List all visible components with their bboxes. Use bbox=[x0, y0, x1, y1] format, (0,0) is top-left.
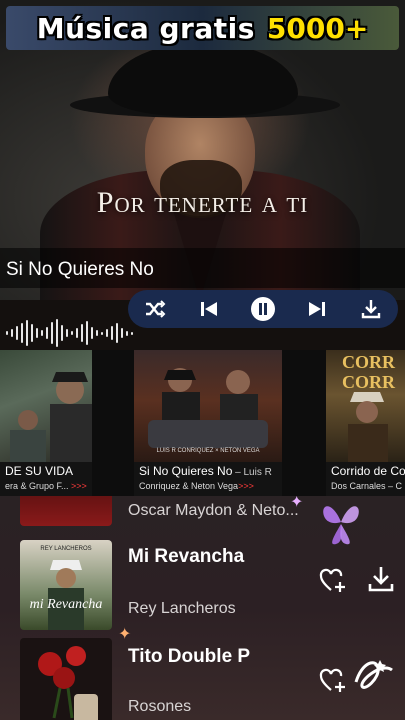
svg-text:LUIS R CONRIQUEZ × NETON VEGA: LUIS R CONRIQUEZ × NETON VEGA bbox=[156, 448, 259, 454]
card-title: Corrido de Co bbox=[331, 464, 405, 478]
cowboy-hat bbox=[108, 42, 298, 116]
banner-title: Música gratis bbox=[36, 11, 255, 45]
waveform-bar bbox=[76, 328, 78, 338]
player-controls bbox=[128, 290, 398, 328]
waveform-bar bbox=[31, 324, 33, 342]
waveform-bar bbox=[131, 331, 133, 335]
song-thumbnail bbox=[20, 638, 112, 720]
song-title: Tito Double P bbox=[128, 646, 251, 667]
pause-icon[interactable] bbox=[250, 296, 276, 322]
promo-banner: Música gratis 5000+ bbox=[6, 6, 399, 50]
card-title: Si No Quieres No – Luis R bbox=[139, 464, 272, 478]
shuffle-icon[interactable] bbox=[142, 296, 168, 322]
waveform-bar bbox=[11, 329, 13, 337]
sparkle-icon: ✦ bbox=[118, 626, 132, 643]
list-item[interactable]: Tito Double P Rosones bbox=[0, 638, 405, 720]
card-artist: era & Grupo F... >>> bbox=[5, 481, 87, 491]
add-favorite-icon[interactable] bbox=[318, 566, 348, 596]
waveform-bar bbox=[116, 323, 118, 343]
waveform-bar bbox=[41, 330, 43, 336]
list-item[interactable]: REY LANCHEROS mi Revancha Mi Revancha Re… bbox=[0, 538, 405, 630]
carousel-card-active[interactable]: LUIS R CONRIQUEZ × NETON VEGA Si No Quie… bbox=[134, 350, 282, 496]
recommended-carousel: DE SU VIDA era & Grupo F... >>> LUIS R C… bbox=[0, 350, 405, 496]
album-art: LUIS R CONRIQUEZ × NETON VEGA bbox=[134, 350, 282, 462]
download-icon[interactable] bbox=[366, 564, 396, 594]
waveform-bar bbox=[81, 324, 83, 342]
song-artist: Oscar Maydon & Neto... bbox=[128, 502, 299, 519]
previous-icon[interactable] bbox=[196, 296, 222, 322]
waveform-bar bbox=[51, 322, 53, 344]
waveform-bar bbox=[106, 329, 108, 337]
waveform-bar bbox=[91, 327, 93, 339]
waveform-bar bbox=[66, 329, 68, 337]
waveform-bar bbox=[111, 326, 113, 340]
waveform-bar bbox=[6, 331, 8, 335]
sticker-decoration bbox=[350, 652, 398, 700]
waveform-bar bbox=[61, 325, 63, 341]
waveform-bar bbox=[26, 320, 28, 346]
lyric-overlay: Por tenerte a ti bbox=[96, 186, 309, 219]
butterfly-icon bbox=[323, 506, 359, 545]
song-artist: Rosones bbox=[128, 698, 192, 715]
waveform-bar bbox=[86, 321, 88, 345]
waveform-bar bbox=[16, 326, 18, 340]
add-favorite-icon[interactable] bbox=[318, 666, 348, 696]
card-artist: Dos Carnales – C bbox=[331, 481, 403, 491]
waveform-bar bbox=[71, 331, 73, 335]
svg-text:mi Revancha: mi Revancha bbox=[30, 597, 103, 612]
album-art: CORR CORR bbox=[326, 350, 405, 462]
song-thumbnail: REY LANCHEROS mi Revancha bbox=[20, 540, 112, 630]
album-art bbox=[0, 350, 92, 462]
song-thumbnail bbox=[20, 496, 112, 526]
sparkle-icon: ✦ bbox=[290, 496, 304, 511]
card-artist: Conriquez & Neton Vega>>> bbox=[139, 481, 254, 491]
waveform-bar bbox=[126, 330, 128, 336]
song-title: Mi Revancha bbox=[128, 546, 245, 567]
next-icon[interactable] bbox=[304, 296, 330, 322]
waveform-bar bbox=[96, 330, 98, 336]
waveform-bar bbox=[36, 328, 38, 338]
waveform-bar bbox=[121, 328, 123, 338]
download-icon[interactable] bbox=[358, 296, 384, 322]
banner-badge: 5000+ bbox=[266, 11, 369, 45]
song-artist: Rey Lancheros bbox=[128, 600, 236, 617]
carousel-card[interactable]: DE SU VIDA era & Grupo F... >>> bbox=[0, 350, 92, 496]
card-title: DE SU VIDA bbox=[5, 464, 74, 478]
waveform-bar bbox=[46, 327, 48, 339]
carousel-card[interactable]: CORR CORR Corrido de Co Dos Carnales – C bbox=[326, 350, 405, 496]
waveform bbox=[0, 318, 134, 348]
now-playing-title: Si No Quieres No bbox=[6, 259, 154, 280]
waveform-bar bbox=[56, 319, 58, 347]
waveform-bar bbox=[101, 331, 103, 335]
waveform-bar bbox=[21, 323, 23, 343]
svg-text:REY LANCHEROS: REY LANCHEROS bbox=[40, 546, 91, 552]
